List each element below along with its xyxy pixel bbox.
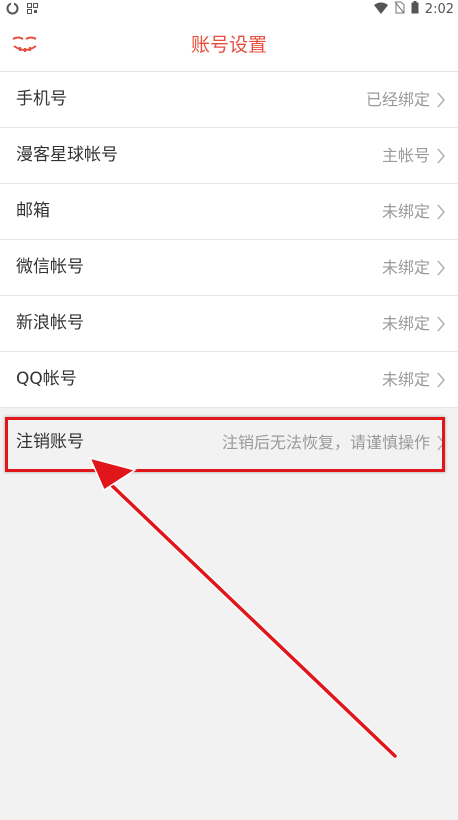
annotation-highlight-box (5, 417, 445, 472)
row-label: 漫客星球帐号 (16, 145, 118, 165)
chevron-right-icon (437, 372, 445, 388)
row-label: 微信帐号 (16, 257, 84, 277)
row-value: 未绑定 (381, 202, 430, 221)
row-phone[interactable]: 手机号 已经绑定 (0, 72, 458, 128)
nav-bar: 账号设置 (0, 20, 458, 72)
row-mankexingqiu-account[interactable]: 漫客星球帐号 主帐号 (0, 128, 458, 184)
chevron-right-icon (437, 92, 445, 108)
row-sina[interactable]: 新浪帐号 未绑定 (0, 296, 458, 352)
chevron-right-icon (437, 204, 445, 220)
row-wechat[interactable]: 微信帐号 未绑定 (0, 240, 458, 296)
chevron-right-icon (437, 260, 445, 276)
row-value: 未绑定 (381, 370, 430, 389)
row-label: 新浪帐号 (16, 313, 84, 333)
row-email[interactable]: 邮箱 未绑定 (0, 184, 458, 240)
row-qq[interactable]: QQ帐号 未绑定 (0, 352, 458, 408)
chevron-right-icon (437, 148, 445, 164)
status-time: 2:02 (424, 2, 454, 17)
row-value: 已经绑定 (365, 90, 430, 109)
row-value: 未绑定 (381, 258, 430, 277)
page-title: 账号设置 (190, 34, 267, 56)
row-label: QQ帐号 (16, 369, 77, 389)
row-value: 未绑定 (381, 314, 430, 333)
chevron-right-icon (437, 316, 445, 332)
row-value: 主帐号 (381, 146, 430, 165)
settings-list: 手机号 已经绑定 漫客星球帐号 主帐号 邮箱 未绑定 微信帐号 未绑定 新浪帐号… (0, 72, 458, 408)
sync-icon (6, 2, 19, 19)
row-label: 邮箱 (16, 201, 50, 221)
battery-icon (411, 1, 419, 18)
status-bar: 2:02 (0, 0, 458, 20)
wifi-icon (373, 2, 388, 18)
qr-icon (27, 3, 38, 18)
no-sim-icon (394, 1, 405, 18)
row-label: 手机号 (16, 89, 67, 109)
